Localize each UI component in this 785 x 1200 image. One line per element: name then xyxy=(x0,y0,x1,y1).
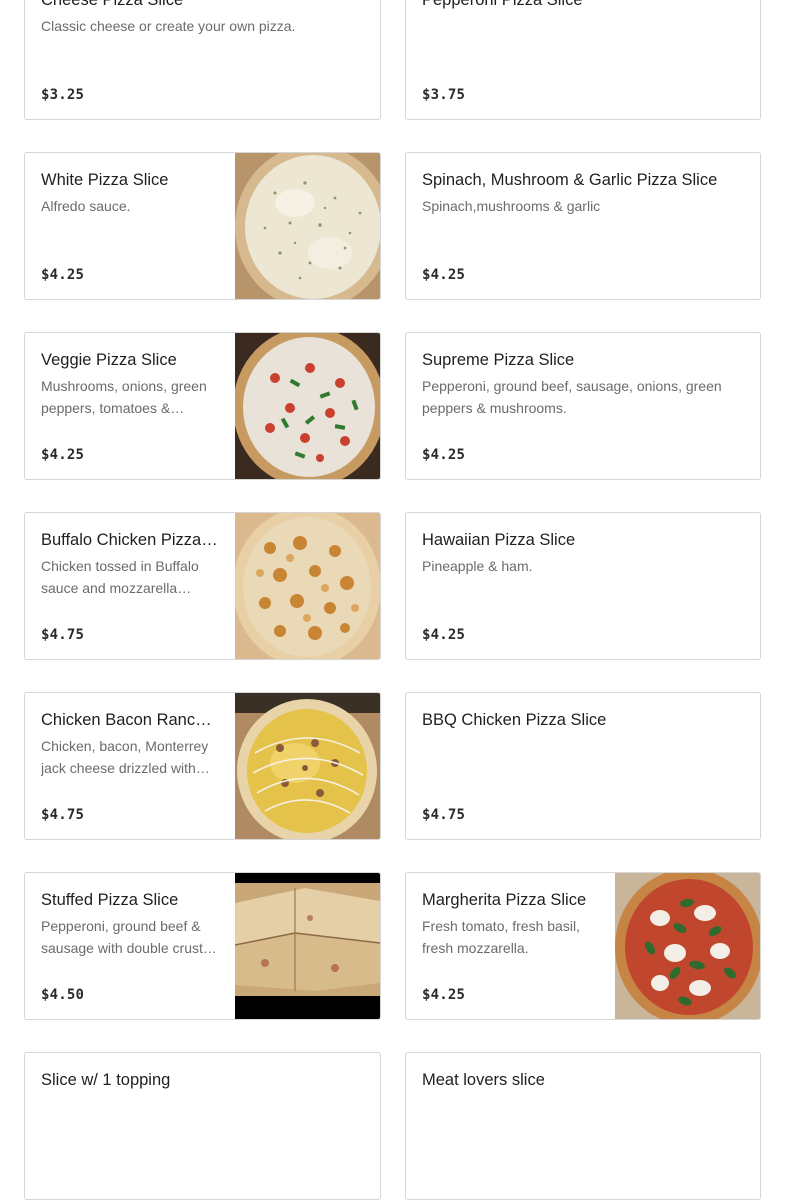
menu-item-title: Cheese Pizza Slice xyxy=(41,0,184,9)
menu-item-slice-with-1-topping[interactable]: Slice w/ 1 topping xyxy=(24,1052,381,1200)
menu-item-title: White Pizza Slice xyxy=(41,171,169,189)
menu-item-title: Spinach, Mushroom & Garlic Pizza Slice xyxy=(422,171,718,189)
menu-item-description: Classic cheese or create your own pizza. xyxy=(41,18,296,34)
menu-item-buffalo-chicken-pizza-slice[interactable]: Buffalo Chicken Pizza Slice Chicken toss… xyxy=(24,512,381,660)
menu-item-price: $4.25 xyxy=(422,267,466,283)
menu-item-title: Hawaiian Pizza Slice xyxy=(422,531,576,549)
menu-item-white-pizza-slice[interactable]: White Pizza Slice Alfredo sauce. $4.25 xyxy=(24,152,381,300)
menu-item-description: Chicken tossed in Buffalo sauce and mozz… xyxy=(41,558,199,596)
menu-item-price: $3.75 xyxy=(422,87,466,103)
menu-item-bbq-chicken-pizza-slice[interactable]: BBQ Chicken Pizza Slice $4.75 xyxy=(405,692,761,840)
menu-item-description: Alfredo sauce. xyxy=(41,198,131,214)
menu-item-price: $4.25 xyxy=(422,987,466,1003)
stuffed-pizza-photo xyxy=(235,873,380,1019)
menu-item-title: Veggie Pizza Slice xyxy=(41,351,177,369)
menu-item-description: Spinach,mushrooms & garlic xyxy=(422,198,601,214)
menu-item-description: Pepperoni, ground beef, sausage, onions,… xyxy=(422,378,722,416)
menu-item-price: $4.75 xyxy=(422,807,466,823)
veggie-pizza-photo xyxy=(235,333,380,479)
menu-item-grid: Cheese Pizza Slice Classic cheese or cre… xyxy=(24,0,761,1200)
menu-item-title: Slice w/ 1 topping xyxy=(41,1071,171,1089)
menu-item-spinach-mushroom-garlic-pizza-slice[interactable]: Spinach, Mushroom & Garlic Pizza Slice S… xyxy=(405,152,761,300)
menu-item-description: Pineapple & ham. xyxy=(422,558,533,574)
menu-item-description: Pepperoni, ground beef & sausage with do… xyxy=(41,918,203,956)
menu-item-title: Chicken Bacon Ranch Pizza Slice xyxy=(41,711,218,729)
menu-item-price: $4.25 xyxy=(41,267,85,283)
menu-item-hawaiian-pizza-slice[interactable]: Hawaiian Pizza Slice Pineapple & ham. $4… xyxy=(405,512,761,660)
menu-item-stuffed-pizza-slice[interactable]: Stuffed Pizza Slice Pepperoni, ground be… xyxy=(24,872,381,1020)
buffalo-chicken-pizza-photo xyxy=(235,513,380,659)
menu-item-title: Pepperoni Pizza Slice xyxy=(422,0,583,9)
menu-item-margherita-pizza-slice[interactable]: Margherita Pizza Slice Fresh tomato, fre… xyxy=(405,872,761,1020)
menu-item-pepperoni-pizza-slice[interactable]: Pepperoni Pizza Slice $3.75 xyxy=(405,0,761,120)
menu-item-title: Margherita Pizza Slice xyxy=(422,891,587,909)
menu-item-title: Meat lovers slice xyxy=(422,1071,545,1089)
chicken-bacon-ranch-pizza-photo xyxy=(235,693,380,839)
menu-item-title: Supreme Pizza Slice xyxy=(422,351,575,369)
menu-item-description: Chicken, bacon, Monterrey jack cheese dr… xyxy=(41,738,209,776)
menu-item-description: Fresh tomato, fresh basil, fresh mozzare… xyxy=(422,918,580,956)
margherita-pizza-photo xyxy=(615,873,760,1019)
menu-item-title: BBQ Chicken Pizza Slice xyxy=(422,711,607,729)
menu-item-price: $4.75 xyxy=(41,627,85,643)
white-pizza-photo xyxy=(235,153,380,299)
menu-item-chicken-bacon-ranch-pizza-slice[interactable]: Chicken Bacon Ranch Pizza Slice Chicken,… xyxy=(24,692,381,840)
menu-item-title: Buffalo Chicken Pizza Slice xyxy=(41,531,218,549)
menu-item-price: $4.25 xyxy=(41,447,85,463)
menu-item-price: $4.25 xyxy=(422,627,466,643)
menu-item-price: $4.75 xyxy=(41,807,85,823)
menu-item-supreme-pizza-slice[interactable]: Supreme Pizza Slice Pepperoni, ground be… xyxy=(405,332,761,480)
menu-item-cheese-pizza-slice[interactable]: Cheese Pizza Slice Classic cheese or cre… xyxy=(24,0,381,120)
menu-item-meat-lovers-slice[interactable]: Meat lovers slice xyxy=(405,1052,761,1200)
menu-item-price: $4.50 xyxy=(41,987,85,1003)
menu-item-price: $3.25 xyxy=(41,87,85,103)
menu-item-description: Mushrooms, onions, green peppers, tomato… xyxy=(41,378,207,416)
menu-item-veggie-pizza-slice[interactable]: Veggie Pizza Slice Mushrooms, onions, gr… xyxy=(24,332,381,480)
menu-item-title: Stuffed Pizza Slice xyxy=(41,891,179,909)
menu-item-price: $4.25 xyxy=(422,447,466,463)
